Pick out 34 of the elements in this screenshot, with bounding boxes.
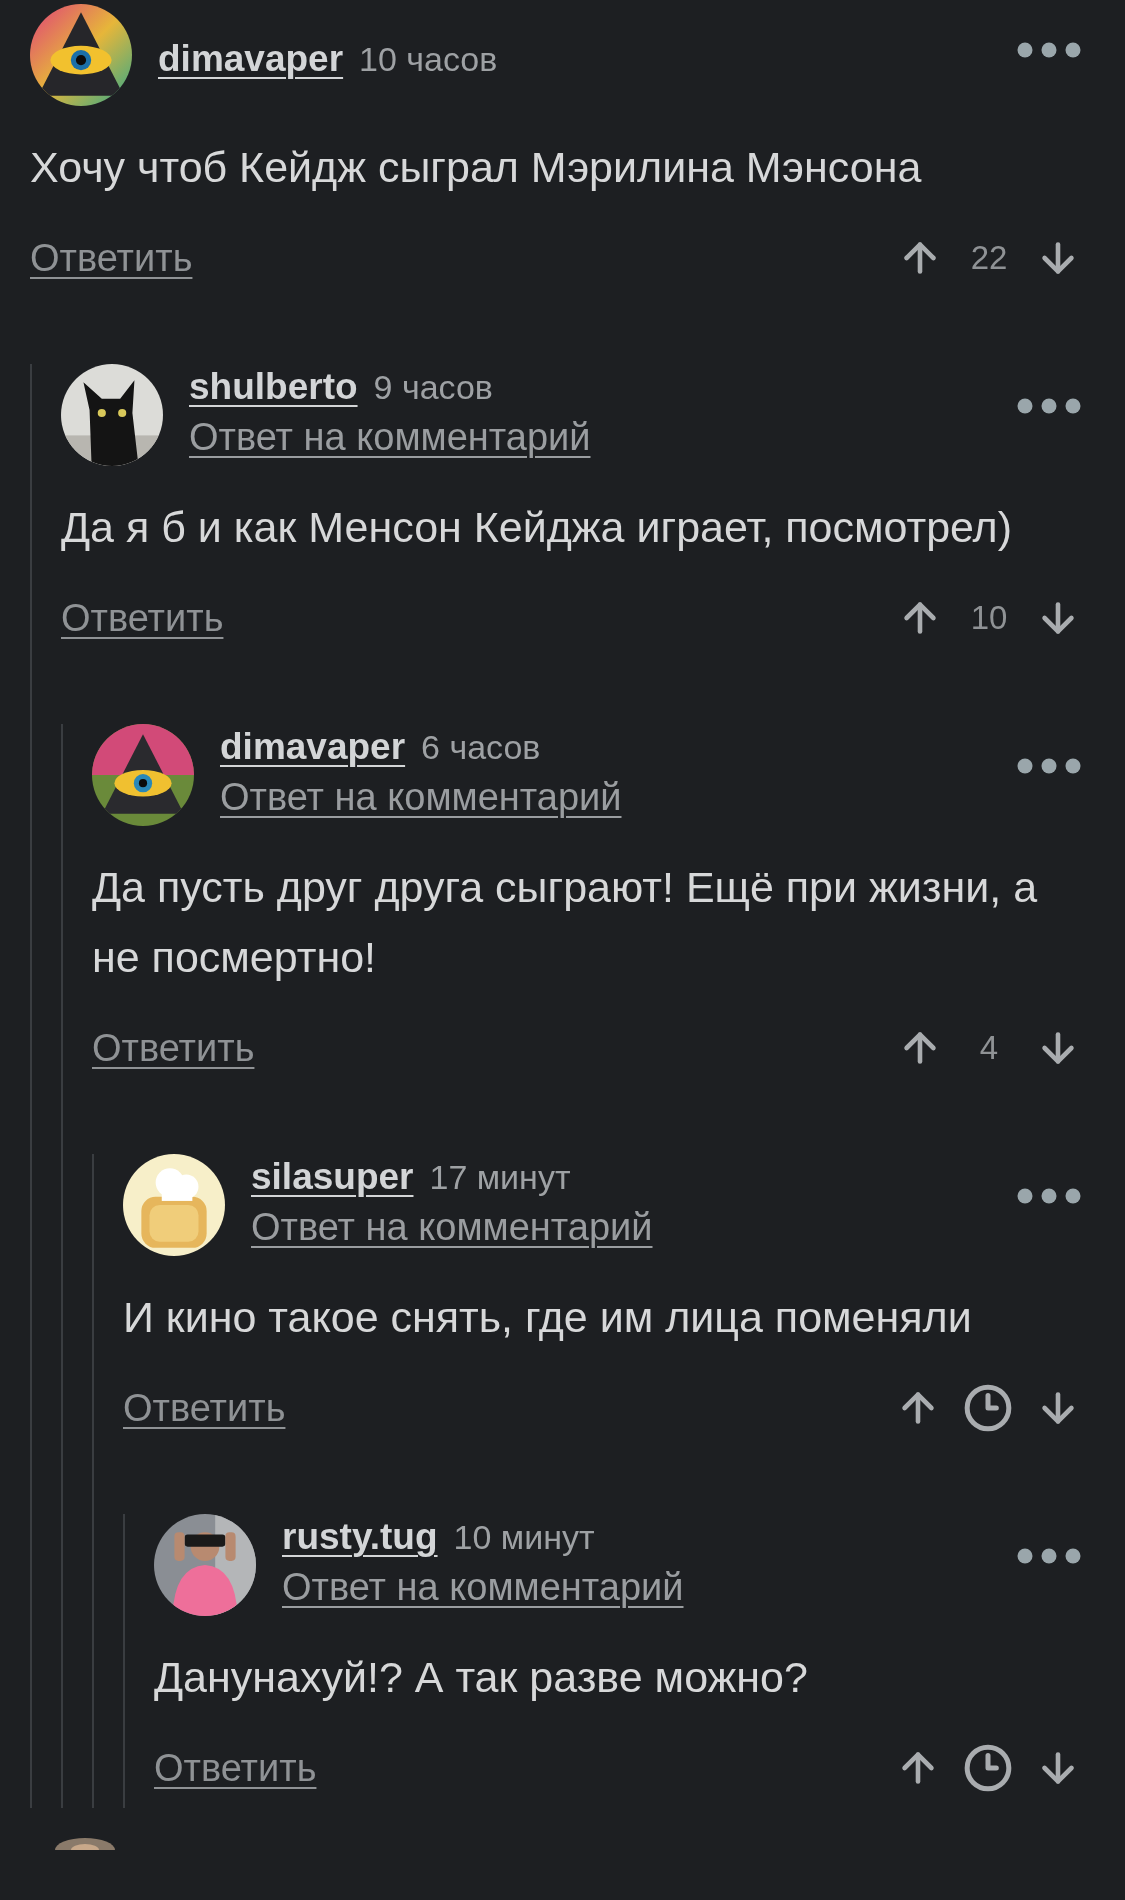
username-link[interactable]: dimavaper bbox=[158, 38, 344, 80]
comment-time: 10 минут bbox=[453, 1518, 595, 1557]
rating-count: 4 bbox=[978, 1029, 1000, 1067]
reply-link[interactable]: Ответить bbox=[30, 236, 193, 279]
comment-text: Да я б и как Менсон Кейджа играет, посмотрел) bbox=[61, 502, 1014, 553]
clock-icon bbox=[963, 1743, 1013, 1793]
comment-time: 6 часов bbox=[421, 728, 541, 767]
more-icon[interactable] bbox=[1017, 42, 1081, 58]
reply-to-link[interactable]: Ответ на комментарий bbox=[189, 416, 591, 458]
reply-link[interactable]: Ответить bbox=[92, 1026, 255, 1069]
username-link[interactable]: dimavaper bbox=[220, 726, 406, 768]
more-icon[interactable] bbox=[1017, 398, 1081, 414]
comment-text: Хочу чтоб Кейдж сыграл Мэрилина Мэнсона bbox=[30, 142, 923, 193]
username-link[interactable]: rusty.tug bbox=[282, 1516, 438, 1558]
comment-time: 17 минут bbox=[429, 1158, 571, 1197]
reply-link[interactable]: Ответить bbox=[123, 1386, 286, 1429]
reply-link[interactable]: Ответить bbox=[61, 596, 224, 639]
comment-text: Данунахуй!? А так разве можно? bbox=[154, 1652, 809, 1703]
comment-time: 10 часов bbox=[359, 40, 498, 79]
comment-text: И кино такое снять, где им лица поменяли bbox=[123, 1292, 973, 1343]
reply-to-link[interactable]: Ответ на комментарий bbox=[220, 776, 622, 818]
comment-text: Да пусть друг друга сыграют! Ещё при жизни, а не посмертно! bbox=[92, 862, 1039, 983]
more-icon[interactable] bbox=[1017, 1188, 1081, 1204]
rating-count: 10 bbox=[969, 599, 1009, 637]
reply-to-link[interactable]: Ответ на комментарий bbox=[282, 1566, 684, 1608]
rating-count: 22 bbox=[969, 239, 1009, 277]
more-icon[interactable] bbox=[1017, 758, 1081, 774]
more-icon[interactable] bbox=[1017, 1548, 1081, 1564]
username-link[interactable]: shulberto bbox=[189, 366, 358, 408]
comment-time: 9 часов bbox=[373, 368, 493, 407]
reply-link[interactable]: Ответить bbox=[154, 1746, 317, 1789]
reply-to-link[interactable]: Ответ на комментарий bbox=[251, 1206, 653, 1248]
username-link[interactable]: silasuper bbox=[251, 1156, 414, 1198]
clock-icon bbox=[963, 1383, 1013, 1433]
